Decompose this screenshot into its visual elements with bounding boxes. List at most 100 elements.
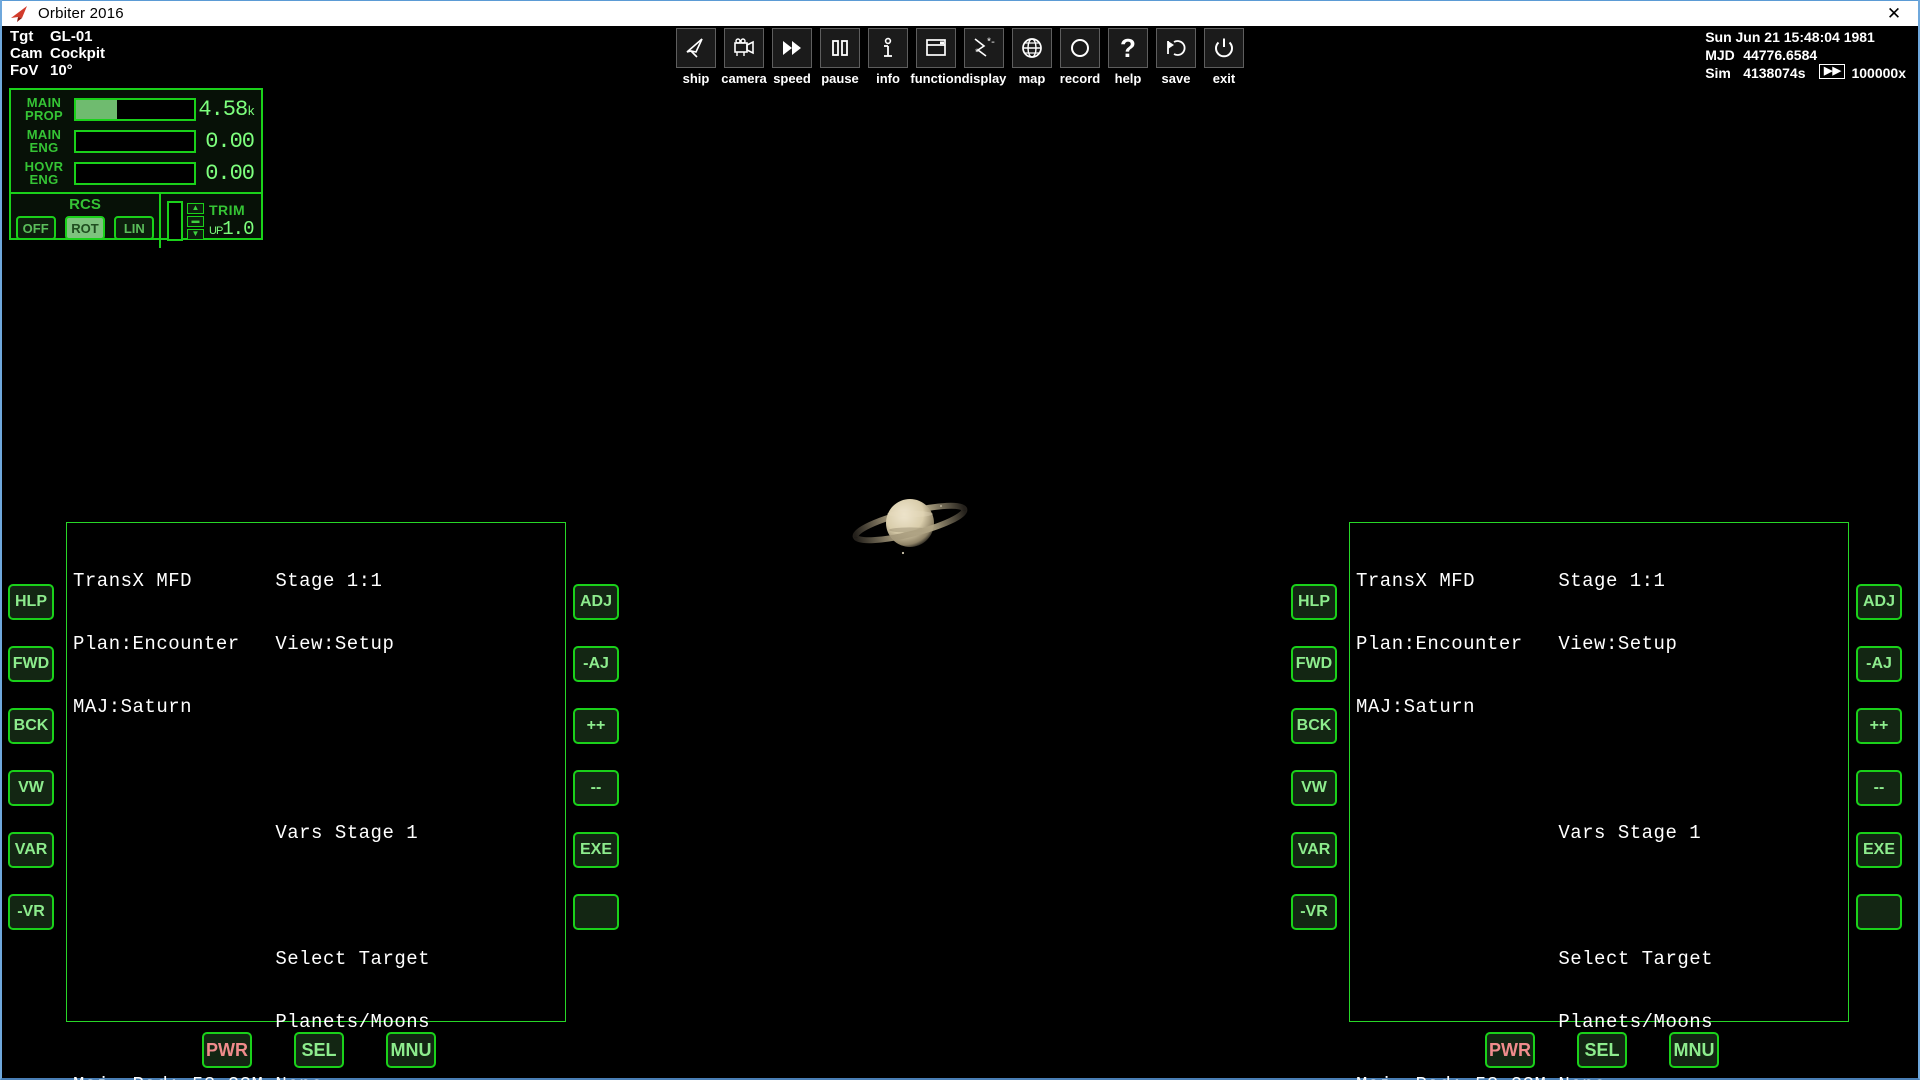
mfd-left-button-bck[interactable]: BCK — [8, 708, 54, 744]
mfd-right-button-mnu[interactable]: MNU — [1669, 1032, 1719, 1068]
toolbar-item-camera[interactable]: camera — [721, 28, 767, 86]
hud-fov-value: 10° — [50, 62, 73, 79]
toolbar-item-info[interactable]: info — [868, 28, 908, 86]
mfd-right-button-blank[interactable] — [1856, 894, 1902, 930]
mfd-right-screen[interactable]: TransX MFD Stage 1:1 Plan:Encounter View… — [1349, 522, 1849, 1080]
gauge-main-prop-fill — [76, 99, 118, 119]
gauge-main-prop-label: MAIN PROP — [24, 95, 64, 123]
mfd-left-button-hlp[interactable]: HLP — [8, 584, 54, 620]
toolbar-item-help[interactable]: ? help — [1108, 28, 1148, 86]
toolbar-item-speed[interactable]: speed — [772, 28, 812, 86]
question-mark-icon[interactable]: ? — [1108, 28, 1148, 68]
power-icon[interactable] — [1204, 28, 1244, 68]
ship-instrument-panel: MAIN PROP 4.58k MAIN ENG 0.00 HOVR ENG 0… — [9, 88, 263, 248]
trim-readout: TRIM UP1.0 — [209, 202, 255, 240]
toolbar-item-pause[interactable]: pause — [820, 28, 860, 86]
trim-center-icon[interactable]: ▬ — [187, 215, 204, 227]
toolbar-item-map[interactable]: map — [1012, 28, 1052, 86]
mfd-right-button-increment[interactable]: ++ — [1856, 708, 1902, 744]
mfd-right-button-decrement[interactable]: -- — [1856, 770, 1902, 806]
trim-slider[interactable] — [167, 201, 183, 241]
record-circle-icon[interactable] — [1060, 28, 1100, 68]
mfd-left-button-minus-vr[interactable]: -VR — [8, 894, 54, 930]
orbiter-window: Orbiter 2016 ✕ Tgt GL-01 Cam Cockpit FoV… — [0, 0, 1920, 1080]
mfd-line — [1356, 886, 1848, 907]
mfd-right-button-bck[interactable]: BCK — [1291, 708, 1337, 744]
mfd-right-button-exe[interactable]: EXE — [1856, 832, 1902, 868]
trim-up-arrow-icon[interactable]: ▲ — [187, 202, 204, 214]
mfd-line: Planets/Moons — [1356, 1011, 1714, 1033]
hud-sim-value: 4138074s — [1743, 65, 1806, 81]
rcs-rot-button[interactable]: ROT — [64, 216, 105, 240]
mfd-left-button-fwd[interactable]: FWD — [8, 646, 54, 682]
orbiter-ship-icon — [9, 4, 31, 24]
hud-camera-key: Cam — [10, 45, 43, 62]
trim-down-arrow-icon[interactable]: ▼ — [187, 228, 204, 240]
hud-camera-value: Cockpit — [50, 45, 106, 62]
mfd-right-button-fwd[interactable]: FWD — [1291, 646, 1337, 682]
mfd-left-button-decrement[interactable]: -- — [573, 770, 619, 806]
mfd-left-button-var[interactable]: VAR — [8, 832, 54, 868]
mfd-left-button-vw[interactable]: VW — [8, 770, 54, 806]
rcs-trim-section: RCS OFF ROT LIN ▲ ▬ ▼ TRIM UP1.0 — [11, 192, 261, 248]
gauge-hovr-eng-bar — [74, 161, 196, 185]
mfd-right-button-adj[interactable]: ADJ — [1856, 584, 1902, 620]
stars-display-icon[interactable]: * - * — [964, 28, 1004, 68]
mfd-left-button-increment[interactable]: ++ — [573, 708, 619, 744]
gauge-main-eng: MAIN ENG 0.00 — [16, 126, 256, 156]
info-icon[interactable] — [868, 28, 908, 68]
hud-warp-value: 100000x — [1851, 65, 1906, 81]
pause-icon[interactable] — [820, 28, 860, 68]
mfd-line: MAJ:Saturn — [73, 696, 193, 718]
rcs-title: RCS — [69, 196, 101, 213]
toolbar-item-exit[interactable]: exit — [1204, 28, 1244, 86]
toolbar-item-function[interactable]: function — [910, 28, 962, 86]
toolbar-label-exit: exit — [1212, 71, 1236, 86]
mfd-right-button-sel[interactable]: SEL — [1577, 1032, 1627, 1068]
save-icon[interactable] — [1156, 28, 1196, 68]
mfd-left-button-adj[interactable]: ADJ — [573, 584, 619, 620]
globe-icon[interactable] — [1012, 28, 1052, 68]
mfd-right-button-hlp[interactable]: HLP — [1291, 584, 1337, 620]
gauge-main-eng-label: MAIN ENG — [26, 127, 62, 155]
mfd-right-button-minus-vr[interactable]: -VR — [1291, 894, 1337, 930]
mfd-left-button-pwr[interactable]: PWR — [202, 1032, 252, 1068]
rcs-lin-button[interactable]: LIN — [114, 216, 155, 240]
toolbar-item-display[interactable]: * - * display — [962, 28, 1006, 86]
gauge-hovr-eng-label: HOVR ENG — [24, 159, 64, 187]
hud-mjd-key: MJD — [1705, 47, 1735, 63]
mfd-right-button-minus-aj[interactable]: -AJ — [1856, 646, 1902, 682]
hud-sim-row: Sim 4138074s ▶▶ 100000x — [1705, 64, 1906, 82]
window-icon[interactable] — [916, 28, 956, 68]
toolbar-label-record: record — [1059, 71, 1101, 86]
toolbar-label-help: help — [1114, 71, 1142, 86]
mfd-right-button-var[interactable]: VAR — [1291, 832, 1337, 868]
toolbar-item-record[interactable]: record — [1060, 28, 1100, 86]
mfd-line — [73, 886, 565, 907]
mfd-left-button-sel[interactable]: SEL — [294, 1032, 344, 1068]
mfd-line: Select Target — [1356, 948, 1714, 970]
mfd-left-button-minus-aj[interactable]: -AJ — [573, 646, 619, 682]
mfd-right-button-vw[interactable]: VW — [1291, 770, 1337, 806]
toolbar-label-info: info — [876, 71, 900, 86]
svg-text:-: - — [990, 38, 996, 49]
mfd-left-button-mnu[interactable]: MNU — [386, 1032, 436, 1068]
rcs-off-button[interactable]: OFF — [15, 216, 56, 240]
mfd-line: Vars Stage 1 — [1356, 822, 1702, 844]
mfd-left-button-blank[interactable] — [573, 894, 619, 930]
toolbar-item-ship[interactable]: ship — [676, 28, 716, 86]
toolbar-item-save[interactable]: save — [1156, 28, 1196, 86]
toolbar-label-camera: camera — [721, 71, 767, 86]
mfd-right-button-pwr[interactable]: PWR — [1485, 1032, 1535, 1068]
fast-forward-icon[interactable] — [772, 28, 812, 68]
hud-right-info: Sun Jun 21 15:48:04 1981 MJD 44776.6584 … — [1705, 28, 1906, 82]
svg-text:*: * — [974, 48, 980, 59]
mfd-line: MAJ:Saturn — [1356, 696, 1476, 718]
close-icon[interactable]: ✕ — [1870, 1, 1918, 26]
trim-direction: UP — [209, 225, 223, 237]
camera-icon[interactable] — [724, 28, 764, 68]
hud-sim-key: Sim — [1705, 65, 1731, 81]
mfd-left-button-exe[interactable]: EXE — [573, 832, 619, 868]
mfd-left-screen[interactable]: TransX MFD Stage 1:1 Plan:Encounter View… — [66, 522, 566, 1080]
ship-icon[interactable] — [676, 28, 716, 68]
